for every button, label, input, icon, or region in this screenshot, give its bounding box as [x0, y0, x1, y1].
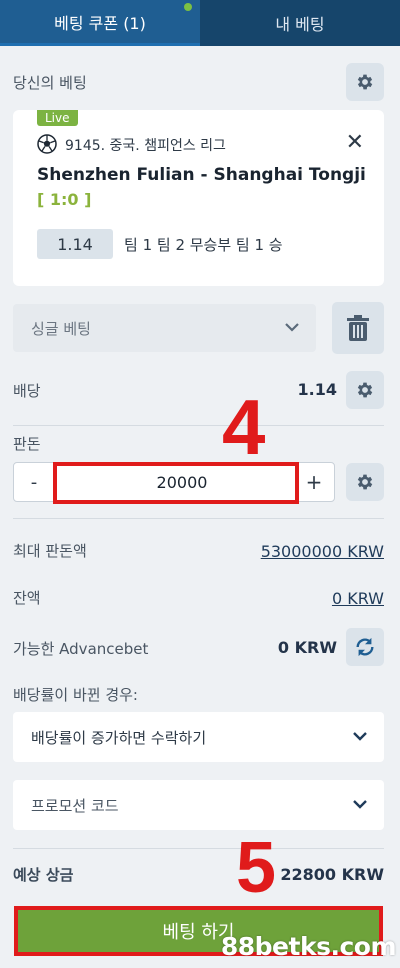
- divider: [13, 518, 384, 519]
- promo-code-field[interactable]: 프로모션 코드: [13, 780, 384, 830]
- divider: [13, 425, 384, 426]
- divider: [13, 848, 384, 849]
- gear-icon: [357, 382, 373, 398]
- live-badge: Live: [37, 110, 78, 126]
- stake-settings-button[interactable]: [346, 463, 384, 501]
- close-icon[interactable]: ✕: [346, 132, 364, 154]
- gear-icon: [357, 74, 373, 90]
- selection-odd: 1.14: [37, 229, 113, 259]
- tab-bet-coupon[interactable]: 베팅 쿠폰 (1): [0, 0, 200, 46]
- refresh-icon: [356, 637, 374, 657]
- chevron-down-icon: [353, 732, 367, 741]
- step-4-annotation: 4: [222, 383, 266, 471]
- stake-label: 판돈: [13, 435, 41, 453]
- max-stake-value[interactable]: 53000000 KRW: [200, 542, 384, 561]
- match-name: Shenzhen Fulian - Shanghai Tongji: [37, 165, 366, 185]
- odds-change-value: 배당률이 증가하면 수락하기: [31, 728, 207, 747]
- selection-description: 팀 1 팀 2 무승부 팀 1 승: [124, 236, 283, 254]
- bet-type-value: 싱글 베팅: [31, 319, 91, 338]
- odds-label: 배당: [13, 382, 41, 400]
- odds-change-select[interactable]: 배당률이 증가하면 수락하기: [13, 712, 384, 762]
- stake-highlight-frame: [53, 462, 299, 504]
- bet-type-select[interactable]: 싱글 베팅: [13, 304, 316, 352]
- promo-code-placeholder: 프로모션 코드: [31, 796, 119, 815]
- max-stake-label: 최대 판돈액: [13, 542, 87, 560]
- potential-win-label: 예상 상금: [13, 866, 74, 884]
- odds-settings-button[interactable]: [346, 371, 384, 409]
- odds-change-label: 배당률이 바뀐 경우:: [13, 686, 138, 704]
- tab-my-bets[interactable]: 내 베팅: [200, 0, 400, 46]
- gear-icon: [357, 474, 373, 490]
- league-name: 9145. 중국. 챔피언스 리그: [65, 138, 226, 154]
- your-bets-title: 당신의 베팅: [13, 74, 87, 92]
- advancebet-value: 0 KRW: [277, 638, 337, 657]
- chevron-down-icon: [285, 323, 299, 332]
- tab-my-bets-label: 내 베팅: [275, 15, 325, 34]
- bet-card: Live 9145. 중국. 챔피언스 리그 ✕ Shenzhen Fulian…: [13, 110, 384, 286]
- soccer-ball-icon: [37, 134, 57, 154]
- chevron-down-icon: [353, 800, 367, 809]
- stake-decrease-button[interactable]: -: [14, 463, 54, 501]
- trash-icon: [347, 315, 369, 341]
- tab-bet-coupon-label: 베팅 쿠폰 (1): [54, 13, 146, 33]
- balance-value[interactable]: 0 KRW: [240, 589, 384, 608]
- clear-coupon-button[interactable]: [332, 302, 384, 354]
- coupon-settings-button[interactable]: [346, 63, 384, 101]
- refresh-advancebet-button[interactable]: [346, 628, 384, 666]
- potential-win-value: 22800 KRW: [280, 865, 384, 884]
- stake-increase-button[interactable]: +: [294, 463, 334, 501]
- advancebet-label: 가능한 Advancebet: [13, 640, 149, 658]
- coupon-tabs: 베팅 쿠폰 (1) 내 베팅: [0, 0, 400, 46]
- notification-dot: [184, 3, 192, 11]
- match-score: [ 1:0 ]: [37, 190, 92, 209]
- balance-label: 잔액: [13, 589, 41, 607]
- watermark: 88betks.com: [220, 932, 397, 961]
